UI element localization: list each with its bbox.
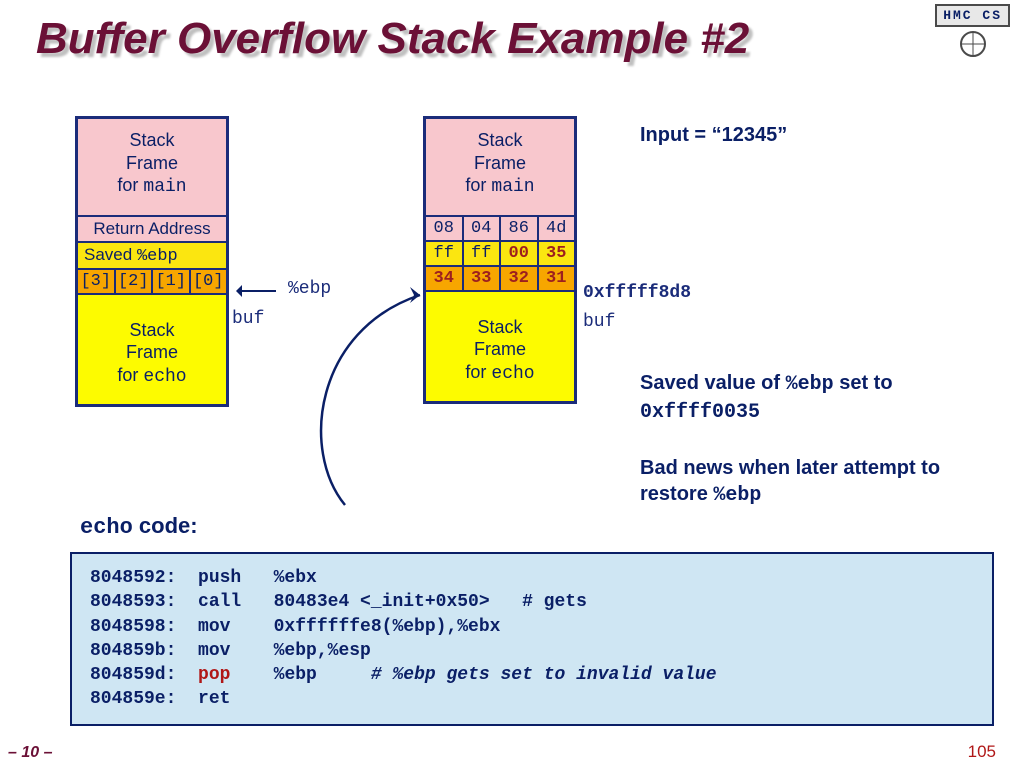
left-header-code: main [143, 177, 186, 197]
input-annotation: Input = “12345” [640, 124, 787, 147]
logo-text: HMC CS [935, 4, 1010, 27]
right-ret-b2: 86 [501, 217, 539, 240]
code-l4: 804859b: mov %ebp,%esp [90, 641, 371, 661]
code-l5a: 804859d: [90, 665, 198, 685]
hmc-cs-logo: HMC CS [935, 4, 1010, 57]
code-l5-op: pop [198, 665, 230, 685]
bad-news-text: Bad news when later attempt to restore [640, 457, 940, 505]
bad-news-reg: %ebp [713, 484, 761, 507]
right-stack-frame-main: StackFramefor main [426, 119, 574, 217]
code-l5-cmt: # %ebp gets set to invalid value [371, 665, 717, 685]
code-l5b: %ebp [230, 665, 370, 685]
right-ret-b1: 04 [464, 217, 502, 240]
left-buf-cell-0: [0] [191, 270, 227, 293]
code-l6: 804859e: ret [90, 689, 230, 709]
left-footer-code: echo [143, 367, 186, 387]
logo-wheel-icon [960, 31, 986, 57]
left-stack-frame-echo: StackFramefor echo [78, 295, 226, 405]
code-l1: 8048592: push %ebx [90, 568, 317, 588]
right-buf-b2: 32 [501, 267, 539, 290]
left-buf-cell-3: [3] [78, 270, 116, 293]
right-return-row: 08 04 86 4d [426, 217, 574, 242]
code-l3: 8048598: mov 0xffffffe8(%ebp),%ebx [90, 617, 500, 637]
right-ret-b3: 4d [539, 217, 575, 240]
assembly-code-block: 8048592: push %ebx 8048593: call 80483e4… [70, 552, 994, 726]
curved-arrow-icon [300, 250, 500, 520]
left-buf-cell-2: [2] [116, 270, 154, 293]
page-title: Buffer Overflow Stack Example #2 [36, 14, 749, 64]
right-saved-hex: 0xfffff8d8 [583, 283, 691, 303]
left-buf-grid: [3] [2] [1] [0] [78, 270, 226, 295]
right-buf-b3: 31 [539, 267, 575, 290]
bad-news-annotation: Bad news when later attempt to restore %… [640, 455, 1000, 509]
code-caption: echo code: [80, 513, 198, 540]
left-buf-cell-1: [1] [153, 270, 191, 293]
right-ret-b0: 08 [426, 217, 464, 240]
code-l2: 8048593: call 80483e4 <_init+0x50> # get… [90, 592, 587, 612]
code-caption-echo: echo [80, 515, 133, 540]
saved-annotation: Saved value of %ebp set to 0xffff0035 [640, 370, 980, 426]
right-buf-label: buf [583, 312, 615, 332]
left-stack-frame-main: StackFramefor main [78, 119, 226, 217]
left-saved-reg: %ebp [137, 247, 178, 266]
page-number-right: 105 [968, 742, 996, 762]
left-stack: StackFramefor main Return Address Saved … [75, 116, 229, 407]
saved-ann-2: set to [834, 372, 893, 394]
saved-ann-hex: 0xffff0035 [640, 401, 760, 424]
right-header-code: main [491, 177, 534, 197]
saved-ann-1: Saved value of [640, 372, 786, 394]
left-saved-ebp: Saved %ebp [78, 243, 226, 270]
ebp-arrow-icon [240, 290, 276, 292]
buf-pointer-label: buf [232, 309, 264, 329]
right-sav-b3: 35 [539, 242, 575, 265]
left-return-address: Return Address [78, 217, 226, 243]
page-number-left: – 10 – [8, 744, 52, 762]
left-saved-label: Saved [84, 245, 137, 264]
saved-ann-reg: %ebp [786, 373, 834, 396]
code-caption-word: code: [133, 513, 198, 538]
right-sav-b2: 00 [501, 242, 539, 265]
